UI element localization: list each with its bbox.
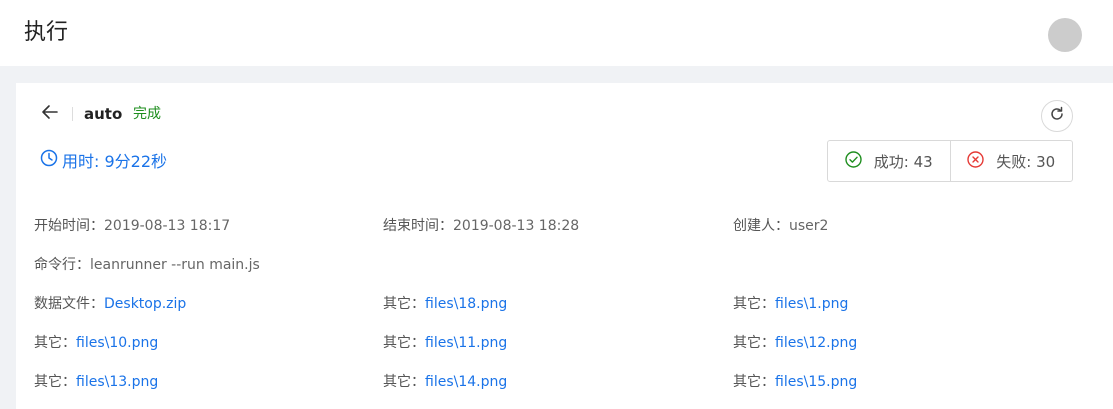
data-file-link[interactable]: Desktop.zip [104, 296, 186, 312]
info-row: 数据文件：Desktop.zip 其它：files\18.png 其它：file… [34, 293, 1094, 315]
end-time: 结束时间：2019-08-13 18:28 [383, 215, 579, 237]
file-link[interactable]: files\13.png [76, 374, 158, 390]
page-title: 执行 [24, 20, 69, 45]
other-label: 其它： [733, 374, 775, 390]
data-file: 数据文件：Desktop.zip [34, 293, 186, 315]
file-link[interactable]: files\18.png [425, 296, 507, 312]
other-file: 其它：files\13.png [34, 371, 158, 393]
success-stat-button[interactable]: 成功: 43 [828, 141, 950, 181]
other-file: 其它：files\15.png [733, 371, 857, 393]
result-stats: 成功: 43 失败: 30 [827, 140, 1073, 182]
refresh-icon [1049, 106, 1065, 126]
start-time-value: 2019-08-13 18:17 [104, 218, 231, 234]
fail-count: 失败: 30 [996, 152, 1056, 171]
job-name: auto [84, 105, 123, 123]
creator-value: user2 [789, 218, 829, 234]
info-row: 其它：files\13.png 其它：files\14.png 其它：files… [34, 371, 1094, 393]
other-file: 其它：files\11.png [383, 332, 507, 354]
creator: 创建人：user2 [733, 215, 828, 237]
file-link[interactable]: files\1.png [775, 296, 848, 312]
status-badge: 完成 [133, 106, 161, 122]
file-link[interactable]: files\11.png [425, 335, 507, 351]
other-label: 其它： [34, 335, 76, 351]
back-arrow-icon[interactable] [40, 102, 60, 122]
duration-text: 用时: 9分22秒 [62, 151, 168, 171]
other-label: 其它： [733, 335, 775, 351]
start-time-label: 开始时间： [34, 218, 104, 234]
command-label: 命令行： [34, 257, 90, 273]
other-label: 其它： [34, 374, 76, 390]
divider [72, 107, 73, 121]
data-file-label: 数据文件： [34, 296, 104, 312]
other-label: 其它： [733, 296, 775, 312]
other-file: 其它：files\1.png [733, 293, 848, 315]
file-link[interactable]: files\15.png [775, 374, 857, 390]
file-link[interactable]: files\10.png [76, 335, 158, 351]
info-row: 其它：files\10.png 其它：files\11.png 其它：files… [34, 332, 1094, 354]
other-label: 其它： [383, 374, 425, 390]
duration: 用时: 9分22秒 [40, 149, 167, 174]
end-time-label: 结束时间： [383, 218, 453, 234]
start-time: 开始时间：2019-08-13 18:17 [34, 215, 230, 237]
fail-stat-button[interactable]: 失败: 30 [949, 141, 1073, 181]
avatar[interactable] [1048, 18, 1082, 52]
execution-card: auto 完成 用时: 9分22秒 成功: 43 失败: 30 开始时间：201… [16, 83, 1113, 409]
command-value: leanrunner --run main.js [90, 257, 260, 273]
file-link[interactable]: files\14.png [425, 374, 507, 390]
end-time-value: 2019-08-13 18:28 [453, 218, 580, 234]
other-label: 其它： [383, 335, 425, 351]
other-file: 其它：files\18.png [383, 293, 507, 315]
other-label: 其它： [383, 296, 425, 312]
file-link[interactable]: files\12.png [775, 335, 857, 351]
other-file: 其它：files\10.png [34, 332, 158, 354]
top-bar: 执行 [0, 0, 1113, 66]
success-count: 成功: 43 [873, 152, 933, 171]
clock-icon [40, 149, 62, 174]
info-row: 开始时间：2019-08-13 18:17 结束时间：2019-08-13 18… [34, 215, 1094, 237]
other-file: 其它：files\12.png [733, 332, 857, 354]
refresh-button[interactable] [1041, 100, 1073, 132]
x-circle-icon [967, 150, 996, 172]
creator-label: 创建人： [733, 218, 789, 234]
other-file: 其它：files\14.png [383, 371, 507, 393]
command-line: 命令行：leanrunner --run main.js [34, 254, 260, 276]
check-circle-icon [845, 150, 874, 172]
info-row: 命令行：leanrunner --run main.js [34, 254, 1094, 276]
